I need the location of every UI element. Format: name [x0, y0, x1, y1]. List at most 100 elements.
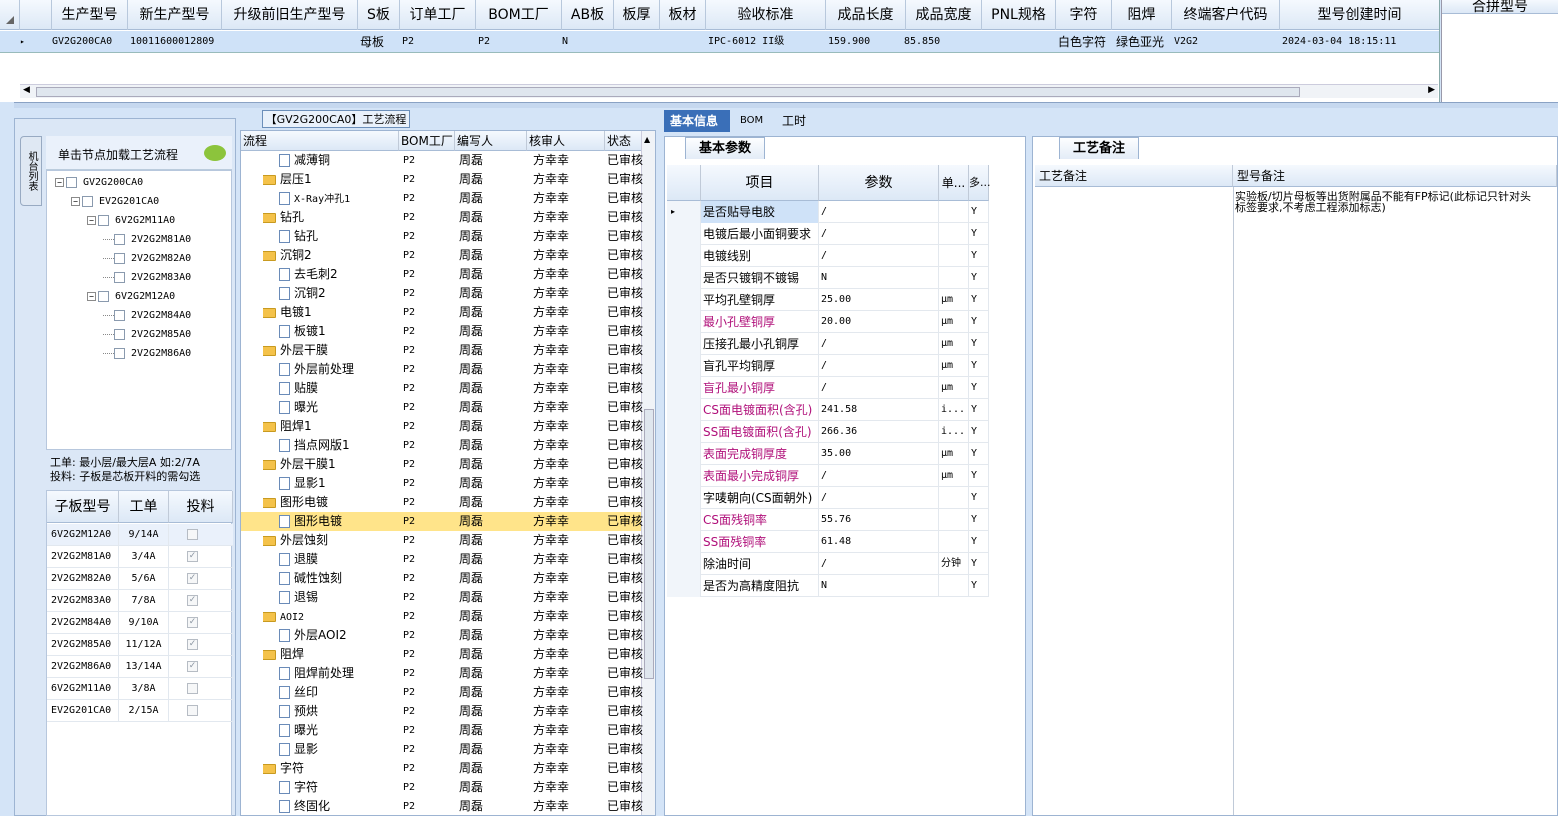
- table-row[interactable]: ▸ 是否贴导电胶 / Y: [667, 201, 989, 223]
- value-cell[interactable]: /: [819, 245, 939, 267]
- value-cell[interactable]: /: [819, 333, 939, 355]
- table-row[interactable]: 表面最小完成铜厚 / μm Y: [667, 465, 989, 487]
- feed-checkbox[interactable]: [187, 683, 198, 694]
- item-cell[interactable]: SS面电镀面积(含孔): [701, 421, 819, 443]
- item-cell[interactable]: 盲孔平均铜厚: [701, 355, 819, 377]
- column-header[interactable]: BOM工厂: [399, 131, 455, 151]
- value-cell[interactable]: 61.48: [819, 531, 939, 553]
- tab-bom[interactable]: BOM: [734, 110, 774, 132]
- value-cell[interactable]: N: [819, 267, 939, 289]
- table-row[interactable]: 2V2G2M86A0 13/14A ✓: [47, 656, 233, 678]
- item-cell[interactable]: 盲孔最小铜厚: [701, 377, 819, 399]
- cell-customer[interactable]: V2G2: [1174, 31, 1274, 53]
- flow-step[interactable]: −钻孔: [263, 208, 399, 227]
- feed-checkbox[interactable]: ✓: [187, 661, 198, 672]
- column-header[interactable]: 新生产型号: [128, 0, 222, 30]
- flow-step[interactable]: −字符: [263, 759, 399, 778]
- flow-row[interactable]: −AOI2 P2 周磊 方幸幸 已审核: [241, 607, 643, 626]
- column-header[interactable]: 升级前旧生产型号: [222, 0, 358, 30]
- flow-row[interactable]: −阻焊 P2 周磊 方幸幸 已审核: [241, 645, 643, 664]
- table-row[interactable]: 平均孔壁铜厚 25.00 μm Y: [667, 289, 989, 311]
- column-header[interactable]: 核审人: [527, 131, 605, 151]
- table-row[interactable]: 除油时间 / 分钟 Y: [667, 553, 989, 575]
- flow-step[interactable]: −阻焊1: [263, 417, 399, 436]
- flow-row[interactable]: −钻孔 P2 周磊 方幸幸 已审核: [241, 208, 643, 227]
- value-cell[interactable]: /: [819, 223, 939, 245]
- flow-row[interactable]: −外层干膜 P2 周磊 方幸幸 已审核: [241, 341, 643, 360]
- column-header[interactable]: 子板型号: [47, 491, 119, 523]
- node-checkbox[interactable]: [114, 347, 125, 359]
- value-cell[interactable]: N: [819, 575, 939, 597]
- flow-step[interactable]: 沉铜2: [279, 284, 399, 303]
- cell-solder[interactable]: 绿色亚光: [1116, 31, 1172, 53]
- node-checkbox[interactable]: [114, 309, 125, 321]
- flow-step[interactable]: 曝光: [279, 398, 399, 417]
- table-row[interactable]: ▸ GV2G200CA0 10011600012809 母板 P2 P2 N I…: [0, 31, 1439, 53]
- cell-bom-factory[interactable]: P2: [478, 31, 558, 53]
- column-header[interactable]: 型号创建时间: [1280, 0, 1439, 30]
- node-checkbox[interactable]: [114, 271, 125, 283]
- flow-step[interactable]: −电镀1: [263, 303, 399, 322]
- value-cell[interactable]: 241.58: [819, 399, 939, 421]
- feed-checkbox[interactable]: ✓: [187, 595, 198, 606]
- flow-row[interactable]: −层压1 P2 周磊 方幸幸 已审核: [241, 170, 643, 189]
- flow-row[interactable]: 终固化 P2 周磊 方幸幸 已审核: [241, 797, 643, 815]
- column-header[interactable]: 成品长度: [826, 0, 906, 30]
- item-cell[interactable]: 表面最小完成铜厚: [701, 465, 819, 487]
- column-header[interactable]: 项目: [701, 165, 819, 201]
- value-cell[interactable]: /: [819, 553, 939, 575]
- flow-row[interactable]: 字符 P2 周磊 方幸幸 已审核: [241, 778, 643, 797]
- column-header[interactable]: 验收标准: [706, 0, 826, 30]
- tree-node[interactable]: 2V2G2M84A0: [103, 308, 191, 324]
- table-row[interactable]: 2V2G2M81A0 3/4A ✓: [47, 546, 233, 568]
- flow-row[interactable]: 挡点网版1 P2 周磊 方幸幸 已审核: [241, 436, 643, 455]
- tree-node[interactable]: 2V2G2M83A0: [103, 270, 191, 286]
- feed-checkbox[interactable]: [187, 705, 198, 716]
- column-header[interactable]: 多...: [969, 165, 991, 201]
- flow-row[interactable]: 减薄铜 P2 周磊 方幸幸 已审核: [241, 151, 643, 170]
- flow-row[interactable]: 预烘 P2 周磊 方幸幸 已审核: [241, 702, 643, 721]
- item-cell[interactable]: 电镀线别: [701, 245, 819, 267]
- flow-row[interactable]: 丝印 P2 周磊 方幸幸 已审核: [241, 683, 643, 702]
- item-cell[interactable]: CS面电镀面积(含孔): [701, 399, 819, 421]
- value-cell[interactable]: 55.76: [819, 509, 939, 531]
- node-checkbox[interactable]: [114, 252, 125, 264]
- node-checkbox[interactable]: [98, 290, 109, 302]
- flow-step[interactable]: 挡点网版1: [279, 436, 399, 455]
- node-checkbox[interactable]: [114, 233, 125, 245]
- column-header[interactable]: 生产型号: [52, 0, 128, 30]
- item-cell[interactable]: 电镀后最小面铜要求: [701, 223, 819, 245]
- flow-step[interactable]: 曝光: [279, 721, 399, 740]
- flow-row[interactable]: 贴膜 P2 周磊 方幸幸 已审核: [241, 379, 643, 398]
- flow-row[interactable]: 显影 P2 周磊 方幸幸 已审核: [241, 740, 643, 759]
- scroll-right-icon[interactable]: ▶: [1428, 85, 1435, 95]
- value-cell[interactable]: /: [819, 201, 939, 223]
- flow-step[interactable]: −外层干膜: [263, 341, 399, 360]
- flow-row[interactable]: 退锡 P2 周磊 方幸幸 已审核: [241, 588, 643, 607]
- table-row[interactable]: 电镀线别 / Y: [667, 245, 989, 267]
- column-header[interactable]: 状态: [605, 131, 643, 151]
- table-row[interactable]: 2V2G2M84A0 9/10A ✓: [47, 612, 233, 634]
- table-row[interactable]: 是否只镀铜不镀锡 N Y: [667, 267, 989, 289]
- tree-node[interactable]: − 6V2G2M11A0: [87, 213, 175, 229]
- tab-basic-info[interactable]: 基本信息: [664, 110, 730, 132]
- flow-row[interactable]: 曝光 P2 周磊 方幸幸 已审核: [241, 398, 643, 417]
- scroll-up-icon[interactable]: ▲: [644, 135, 650, 144]
- table-row[interactable]: 2V2G2M85A0 11/12A ✓: [47, 634, 233, 656]
- table-row[interactable]: 是否为高精度阻抗 N Y: [667, 575, 989, 597]
- flow-step[interactable]: 去毛刺2: [279, 265, 399, 284]
- flow-step[interactable]: 显影: [279, 740, 399, 759]
- table-row[interactable]: 压接孔最小孔铜厚 / μm Y: [667, 333, 989, 355]
- flow-step[interactable]: −图形电镀: [263, 493, 399, 512]
- table-row[interactable]: 6V2G2M11A0 3/8A: [47, 678, 233, 700]
- table-row[interactable]: 盲孔最小铜厚 / μm Y: [667, 377, 989, 399]
- cell-s-board[interactable]: 母板: [360, 31, 400, 53]
- column-header[interactable]: 型号备注: [1233, 165, 1557, 187]
- column-header[interactable]: 板厚: [614, 0, 660, 30]
- item-cell[interactable]: 表面完成铜厚度: [701, 443, 819, 465]
- column-header[interactable]: 字符: [1056, 0, 1112, 30]
- flow-row[interactable]: −字符 P2 周磊 方幸幸 已审核: [241, 759, 643, 778]
- flow-step[interactable]: 丝印: [279, 683, 399, 702]
- item-cell[interactable]: 是否为高精度阻抗: [701, 575, 819, 597]
- flow-step[interactable]: −层压1: [263, 170, 399, 189]
